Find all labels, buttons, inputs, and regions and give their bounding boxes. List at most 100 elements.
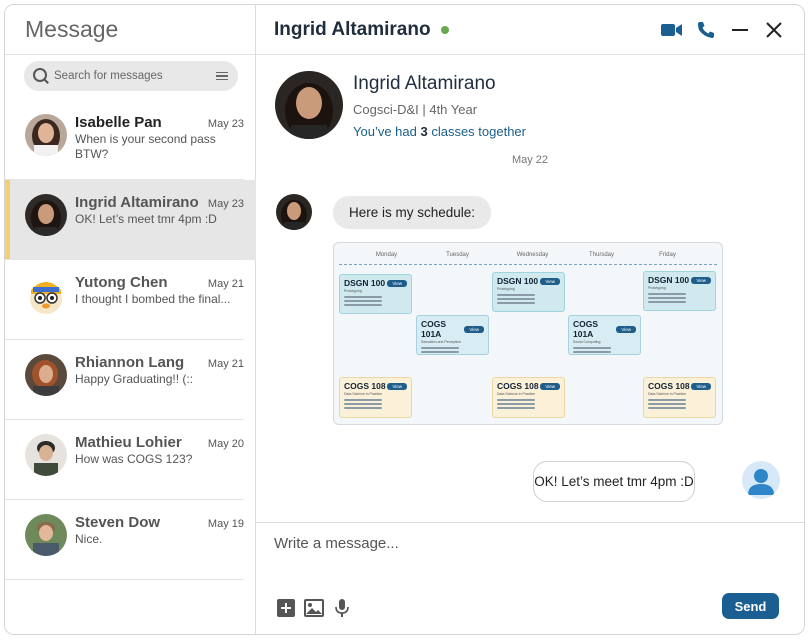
- course-card[interactable]: COGS 101A View Social Computing: [568, 315, 641, 355]
- course-subtitle: Social Computing: [573, 340, 601, 344]
- shared-classes-prefix: You’ve had: [353, 124, 421, 139]
- schedule-day: Monday: [375, 252, 398, 258]
- avatar: [25, 274, 67, 316]
- course-code: DSGN 100: [648, 275, 690, 285]
- minimize-icon[interactable]: [728, 18, 752, 42]
- conversation-sidebar: Message Isabelle Pan: [5, 5, 256, 634]
- menu-icon[interactable]: [216, 72, 228, 80]
- course-code: COGS 101A: [573, 319, 599, 339]
- course-card[interactable]: DSGN 100 View Prototyping: [643, 271, 716, 311]
- course-card[interactable]: COGS 108 View Data Science in Practice: [339, 377, 412, 418]
- online-status-dot: [440, 25, 449, 34]
- course-card[interactable]: COGS 108 View Data Science in Practice: [492, 377, 565, 418]
- chat-header-actions: [660, 18, 786, 42]
- course-card[interactable]: COGS 101A View Sensation and Perception: [416, 315, 489, 355]
- phone-icon[interactable]: [694, 18, 718, 42]
- course-view-button[interactable]: View: [387, 382, 407, 390]
- conversation-name: Mathieu Lohier: [75, 434, 182, 451]
- search-bar[interactable]: [24, 61, 238, 91]
- conversation-item[interactable]: Isabelle Pan May 23 When is your second …: [5, 100, 256, 180]
- sender-avatar: [276, 194, 312, 230]
- avatar: [25, 514, 67, 556]
- chat-contact-name: Ingrid Altamirano: [274, 18, 431, 40]
- message-composer: Send: [256, 522, 804, 634]
- course-view-button[interactable]: View: [691, 276, 711, 284]
- chat-header: Ingrid Altamirano: [256, 5, 804, 55]
- conversation-item[interactable]: Mathieu Lohier May 20 How was COGS 123?: [5, 420, 256, 500]
- profile-avatar: [275, 71, 343, 139]
- course-code: COGS 108: [497, 381, 539, 391]
- course-subtitle: Data Science in Practice: [497, 392, 536, 396]
- sidebar-header: Message: [5, 5, 255, 55]
- profile-major-year: Cogsci-D&I | 4th Year: [353, 102, 478, 117]
- shared-classes-suffix: classes together: [427, 124, 526, 139]
- course-view-button[interactable]: View: [540, 382, 560, 390]
- add-icon[interactable]: [276, 598, 296, 618]
- course-view-button[interactable]: View: [540, 277, 560, 285]
- composer-tools: [276, 598, 352, 618]
- send-button[interactable]: Send: [722, 593, 779, 619]
- course-subtitle: Sensation and Perception: [421, 340, 462, 344]
- course-view-button[interactable]: View: [691, 382, 711, 390]
- search-input[interactable]: [54, 70, 216, 82]
- schedule-divider: [339, 264, 717, 265]
- conversation-preview: I thought I bombed the final...: [75, 292, 231, 306]
- conversation-preview: Nice.: [75, 532, 103, 546]
- conversation-name: Isabelle Pan: [75, 114, 162, 131]
- conversation-item[interactable]: Steven Dow May 19 Nice.: [5, 500, 256, 580]
- course-subtitle: Data Science in Practice: [648, 392, 687, 396]
- shared-classes-link[interactable]: You’ve had 3 classes together: [353, 124, 526, 139]
- conversation-name: Rhiannon Lang: [75, 354, 185, 371]
- conversation-date: May 23: [207, 118, 244, 130]
- chat-panel: Ingrid Altamirano Ingrid Altamirano Cogs…: [256, 5, 804, 634]
- message-input[interactable]: [274, 535, 754, 552]
- course-card[interactable]: COGS 108 View Data Science in Practice: [643, 377, 716, 418]
- search-icon: [32, 67, 50, 85]
- conversation-name: Steven Dow: [75, 514, 161, 531]
- image-icon[interactable]: [304, 598, 324, 618]
- contact-profile: Ingrid Altamirano Cogsci-D&I | 4th Year …: [275, 71, 526, 139]
- user-avatar-icon: [742, 461, 780, 499]
- conversation-item[interactable]: Rhiannon Lang May 21 Happy Graduating!! …: [5, 340, 256, 420]
- close-icon[interactable]: [762, 18, 786, 42]
- course-view-button[interactable]: View: [616, 325, 636, 333]
- conversation-date: May 21: [207, 278, 244, 290]
- avatar: [25, 194, 67, 236]
- conversation-date: May 20: [207, 438, 244, 450]
- microphone-icon[interactable]: [332, 598, 352, 618]
- conversation-item-active[interactable]: Ingrid Altamirano May 23 OK! Let’s meet …: [5, 180, 256, 260]
- course-card[interactable]: DSGN 100 View Prototyping: [492, 272, 565, 312]
- messaging-window: Message Isabelle Pan: [4, 4, 805, 635]
- conversation-preview: How was COGS 123?: [75, 452, 193, 466]
- course-code: COGS 108: [344, 381, 386, 391]
- conversation-date: May 23: [207, 198, 244, 210]
- avatar: [25, 354, 67, 396]
- course-code: COGS 108: [648, 381, 690, 391]
- sidebar-title: Message: [25, 16, 119, 42]
- schedule-day: Friday: [659, 252, 676, 258]
- conversation-name: Ingrid Altamirano: [75, 194, 199, 211]
- video-icon[interactable]: [660, 18, 684, 42]
- profile-name: Ingrid Altamirano: [353, 73, 496, 94]
- conversation-preview: When is your second pass BTW?: [75, 132, 216, 161]
- schedule-day: Wednesday: [516, 252, 549, 258]
- course-subtitle: Prototyping: [497, 287, 515, 291]
- course-subtitle: Prototyping: [648, 286, 666, 290]
- conversation-name: Yutong Chen: [75, 274, 168, 291]
- conversation-list: Isabelle Pan May 23 When is your second …: [5, 100, 256, 580]
- course-view-button[interactable]: View: [387, 279, 407, 287]
- course-code: COGS 101A: [421, 319, 447, 339]
- conversation-date: May 21: [207, 358, 244, 370]
- avatar: [25, 114, 67, 156]
- course-card[interactable]: DSGN 100 View Prototyping: [339, 274, 412, 314]
- course-code: DSGN 100: [344, 278, 386, 288]
- course-subtitle: Prototyping: [344, 289, 362, 293]
- conversation-item[interactable]: Yutong Chen May 21 I thought I bombed th…: [5, 260, 256, 340]
- course-view-button[interactable]: View: [464, 325, 484, 333]
- course-code: DSGN 100: [497, 276, 539, 286]
- incoming-message: Here is my schedule:: [333, 196, 492, 229]
- conversation-preview: OK! Let’s meet tmr 4pm :D: [75, 212, 217, 226]
- schedule-attachment[interactable]: Monday Tuesday Wednesday Thursday Friday…: [333, 242, 723, 425]
- conversation-date: May 19: [207, 518, 244, 530]
- course-subtitle: Data Science in Practice: [344, 392, 383, 396]
